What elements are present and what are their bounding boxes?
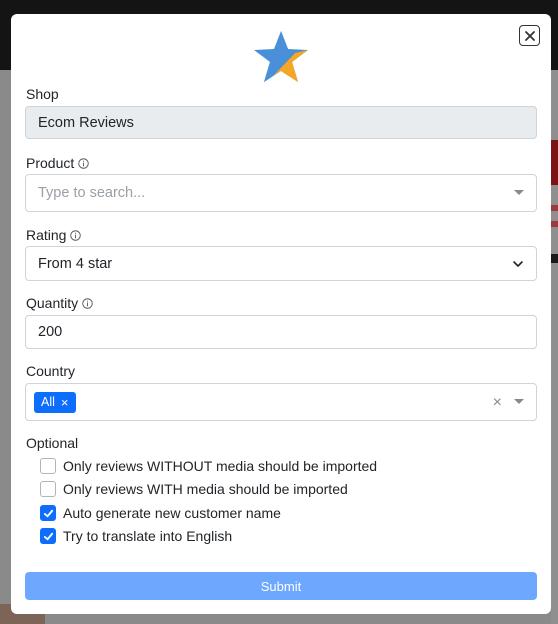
background-text — [551, 205, 558, 211]
checkbox-checked[interactable] — [40, 505, 56, 521]
country-tag: All × — [34, 391, 76, 413]
option-with-media[interactable]: Only reviews WITH media should be import… — [40, 481, 348, 497]
checkmark-icon — [43, 532, 53, 540]
background-image — [551, 140, 558, 185]
country-tag-label: All — [41, 395, 55, 409]
product-placeholder: Type to search... — [38, 185, 146, 201]
close-icon — [524, 30, 535, 41]
checkbox[interactable] — [40, 458, 56, 474]
option-without-media[interactable]: Only reviews WITHOUT media should be imp… — [40, 458, 377, 474]
caret-down-icon[interactable] — [514, 399, 524, 404]
background-text — [551, 254, 558, 263]
option-auto-generate-name[interactable]: Auto generate new customer name — [40, 505, 281, 521]
submit-button[interactable]: Submit — [25, 572, 537, 600]
shop-field: Ecom Reviews — [25, 106, 537, 139]
star-logo-icon — [254, 31, 308, 82]
shop-value: Ecom Reviews — [38, 114, 134, 131]
country-multiselect[interactable]: All × × — [25, 383, 537, 421]
clear-icon[interactable]: × — [493, 394, 502, 412]
option-label: Auto generate new customer name — [63, 505, 281, 521]
chevron-down-icon — [513, 260, 523, 267]
option-translate-english[interactable]: Try to translate into English — [40, 528, 232, 544]
option-label: Try to translate into English — [63, 528, 233, 544]
product-label: Product — [26, 155, 89, 171]
info-icon — [82, 297, 93, 309]
quantity-label: Quantity — [26, 295, 93, 311]
product-search-input[interactable]: Type to search... — [25, 174, 537, 212]
shop-label: Shop — [26, 86, 59, 102]
info-icon — [70, 229, 82, 241]
quantity-value: 200 — [38, 324, 63, 340]
caret-down-icon[interactable] — [514, 190, 524, 195]
checkmark-icon — [43, 509, 53, 517]
info-icon — [78, 157, 89, 169]
import-reviews-modal: Shop Ecom Reviews Product Type to search… — [11, 14, 551, 614]
optional-label: Optional — [26, 435, 79, 451]
background-text — [551, 221, 558, 227]
country-label: Country — [26, 363, 76, 379]
rating-selected-value: From 4 star — [38, 255, 113, 272]
option-label: Only reviews WITH media should be import… — [63, 481, 348, 497]
rating-label: Rating — [26, 227, 82, 243]
checkbox-checked[interactable] — [40, 528, 56, 544]
rating-select[interactable]: From 4 star — [25, 246, 537, 281]
close-button[interactable] — [519, 25, 540, 46]
tag-remove-icon[interactable]: × — [61, 396, 69, 409]
quantity-input[interactable]: 200 — [25, 315, 537, 349]
checkbox[interactable] — [40, 481, 56, 497]
option-label: Only reviews WITHOUT media should be imp… — [63, 458, 378, 474]
